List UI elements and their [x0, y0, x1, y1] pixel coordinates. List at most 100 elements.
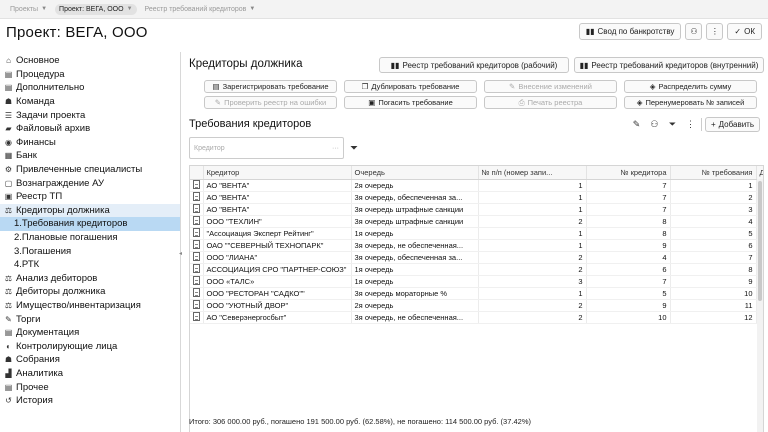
creditors-icon: ⚖ [4, 205, 13, 215]
sidebar-item-team[interactable]: ☗ Команда [0, 95, 180, 109]
add-button[interactable]: + Добавить [704, 117, 760, 132]
repay-claim-button[interactable]: ▣ Погасить требование [344, 96, 477, 109]
row-document-cell [190, 215, 204, 228]
table-row[interactable]: АО "ВЕНТА" 3я очередь штрафные санкции 1 7 3… [190, 203, 763, 216]
splitter-handle[interactable]: ◂ [179, 250, 182, 257]
table-row[interactable]: АО "ВЕНТА"2я очередь17111 [190, 179, 763, 192]
filter-icon[interactable]: ⏷ [665, 117, 680, 132]
sidebar-item-meetings[interactable]: ☗ Собрания [0, 353, 180, 367]
row-document-cell [190, 299, 204, 312]
column-header-creditor[interactable]: Кредитор [203, 166, 352, 180]
house-icon: ⌂ [6, 56, 11, 66]
table-row[interactable]: ОАО ""СЕВЕРНЫЙ ТЕХНОПАРК" 3я очередь, не … [190, 239, 763, 252]
sidebar-item-creditors[interactable]: ⚖ Кредиторы должника [0, 203, 180, 218]
chevron-down-icon[interactable]: ▼ [41, 6, 47, 12]
cell-queue: 3я очередь, не обеспеченная... [351, 239, 479, 252]
ellipsis-icon[interactable]: ··· [332, 145, 339, 152]
edit-icon[interactable]: ✎ [629, 117, 644, 132]
sidebar-item-auctions[interactable]: ✎ Торги [0, 312, 180, 326]
sidebar-item-registry-tp[interactable]: ▣ Реестр ТП [0, 190, 180, 204]
top-actions: ▮▮ Свод по банкротству ⚇ ⋮ ✓ ОК [578, 23, 762, 40]
sidebar-item-history[interactable]: ↺ История [0, 394, 180, 408]
summary-button[interactable]: ▮▮ Свод по банкротству [578, 23, 682, 40]
scrollbar-thumb[interactable] [758, 181, 762, 301]
sidebar-item-rtk[interactable]: 4.РТК [0, 258, 180, 272]
auction-icon: ✎ [5, 314, 12, 324]
sidebar-item-specialists[interactable]: ⚙ Привлеченные специалисты [0, 163, 180, 177]
print-registry-button[interactable]: ⎙ Печать реестра [484, 96, 617, 109]
breadcrumb-project[interactable]: Проект: ВЕГА, ООО ▼ [55, 3, 137, 15]
sidebar-item-additional[interactable]: ▤ Дополнительно [0, 81, 180, 95]
sidebar-item-repayments[interactable]: 3.Погашения [0, 244, 180, 258]
edit-icon: ✎ [509, 82, 516, 91]
sidebar-item-file-archive[interactable]: ▰ Файловый архив [0, 122, 180, 136]
repay-icon: ▣ [368, 98, 376, 107]
make-changes-button[interactable]: ✎ Внесение изменений [484, 80, 617, 93]
filter-icon[interactable]: ⏷ [350, 143, 358, 154]
cell-queue: 3я очередь штрафные санкции [351, 215, 479, 228]
table-row[interactable]: ООО «ТАЛС»1я очередь37929 [190, 275, 763, 288]
sidebar-item-label: Дополнительно [16, 82, 85, 94]
sidebar-item-property[interactable]: ⚖ Имущество/инвентаризация [0, 299, 180, 313]
sidebar-item-finance[interactable]: ◉ Финансы [0, 136, 180, 150]
table-row[interactable]: ООО "УЮТНЫЙ ДВОР"2я очередь291130 [190, 299, 763, 312]
sidebar-item-label: Реестр ТП [16, 191, 63, 203]
vertical-scrollbar[interactable] [757, 179, 763, 432]
breadcrumb-projects[interactable]: Проекты ▼ [6, 4, 51, 15]
creditor-filter-field[interactable]: Кредитор ··· [189, 137, 344, 159]
users-button[interactable]: ⚇ [685, 23, 703, 40]
sidebar-item-debtor-analysis[interactable]: ⚖ Анализ дебиторов [0, 272, 180, 286]
chevron-down-icon[interactable]: ▼ [127, 6, 133, 12]
table-row[interactable]: ООО "РЕСТОРАН "САДКО"" 3я очередь моратор… [190, 287, 763, 300]
sidebar-item-planned-repayments[interactable]: 2.Плановые погашения [0, 231, 180, 245]
row-document-cell [190, 179, 204, 192]
check-registry-button[interactable]: ✎ Проверить реестр на ошибки [204, 96, 337, 109]
table-row[interactable]: АО "ВЕНТА" 3я очередь, обеспеченная за...… [190, 191, 763, 204]
sidebar-item-bank[interactable]: ▦ Банк [0, 149, 180, 163]
column-header-queue[interactable]: Очередь [351, 166, 479, 180]
sidebar-item-debtors[interactable]: ⚖ Дебиторы должника [0, 285, 180, 299]
specialist-icon: ⚙ [4, 165, 13, 175]
table-toolbar: ✎ ⚇ ⏷ ⋮ + Добавить [629, 117, 760, 132]
sidebar-item-label: Торги [16, 313, 41, 325]
sidebar-item-claims[interactable]: 1.Требования кредиторов [0, 217, 180, 231]
cell-record-number: 1 [478, 191, 587, 204]
table-row[interactable]: ООО "ЛИАНА" 3я очередь, обеспеченная за..… [190, 251, 763, 264]
sidebar-item-label: 3.Погашения [14, 245, 72, 257]
renumber-records-button[interactable]: ◈ Перенумеровать № записей [624, 96, 757, 109]
sidebar-item-reward[interactable]: ▢ Вознаграждение АУ [0, 176, 180, 190]
title-bar: Проект: ВЕГА, ООО ▮▮ Свод по банкротству… [0, 19, 768, 46]
breadcrumb-registry[interactable]: Реестр требований кредиторов ▼ [141, 4, 260, 15]
table-row[interactable]: ООО "ТЕХЛИН" 3я очередь штрафные санкции 2… [190, 215, 763, 228]
cell-queue: 1я очередь [351, 263, 479, 276]
table-row[interactable]: "Ассоциация Эксперт Рейтинг" 1я очередь 1 8… [190, 227, 763, 240]
column-header-record-number[interactable]: № п/п (номер запи... [478, 166, 587, 180]
column-header-creditor-number[interactable]: № кредитора [586, 166, 671, 180]
register-claim-button[interactable]: ▤ Зарегистрировать требование [204, 80, 337, 93]
analysis-icon: ⚖ [4, 273, 13, 283]
page-title: Проект: ВЕГА, ООО [6, 24, 148, 41]
report-working-button[interactable]: ▮▮ Реестр требований кредиторов (рабочий… [379, 57, 569, 73]
cell-claim-number: 3 [670, 203, 757, 216]
table-row[interactable]: АО "Северэнергосбыт" 3я очередь, не обесп… [190, 311, 763, 324]
ok-button[interactable]: ✓ ОК [727, 23, 762, 40]
more-button[interactable]: ⋮ [706, 23, 724, 40]
distribute-sum-button[interactable]: ◈ Распределить сумму [624, 80, 757, 93]
column-header-claim-number[interactable]: № требования [670, 166, 757, 180]
sidebar-item-tasks[interactable]: ☰ Задачи проекта [0, 108, 180, 122]
report-internal-button[interactable]: ▮▮ Реестр требований кредиторов (внутрен… [574, 57, 764, 73]
column-header-date[interactable]: Дата [756, 166, 763, 180]
sidebar-item-analytics[interactable]: ▟ Аналитика [0, 367, 180, 381]
duplicate-claim-button[interactable]: ❐ Дублировать требование [344, 80, 477, 93]
action-label: Проверить реестр на ошибки [224, 98, 327, 107]
users-icon[interactable]: ⚇ [647, 117, 662, 132]
sidebar-item-main[interactable]: ⌂ Основное [0, 54, 180, 68]
breadcrumb-label: Реестр требований кредиторов [144, 5, 247, 13]
table-row[interactable]: АССОЦИАЦИЯ СРО "ПАРТНЕР-СОЮЗ" 1я очередь 2… [190, 263, 763, 276]
sidebar-item-controlling-persons[interactable]: ◐ Контролирующие лица [0, 339, 180, 353]
sidebar-item-documentation[interactable]: ▤ Документация [0, 326, 180, 340]
chevron-down-icon[interactable]: ▼ [249, 6, 255, 12]
sidebar-item-other[interactable]: ▤ Прочее [0, 380, 180, 394]
sidebar-item-procedure[interactable]: ▤ Процедура [0, 68, 180, 82]
more-vertical-icon[interactable]: ⋮ [683, 117, 698, 132]
